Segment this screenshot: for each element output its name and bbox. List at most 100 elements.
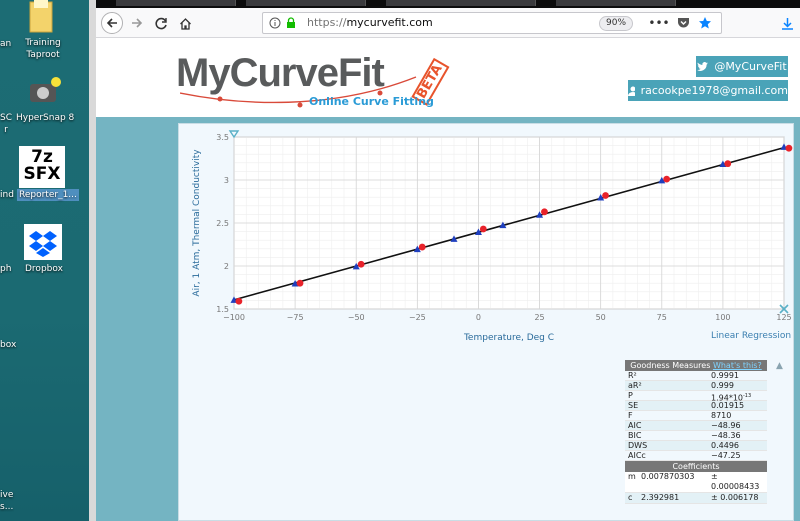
desktop-item-label[interactable]: ph [0,263,11,275]
desktop-item-label[interactable]: ind [0,189,14,201]
user-email: racookpe1978@gmail.com [640,84,788,97]
goodness-rows: R² 0.9991 aR² 0.999 P 1.94*10-13 SE 0.01915 F 871… [625,371,767,461]
coefficient-row: c 2.392981 ± 0.006178 [625,493,767,504]
measure-exponent: -13 [743,393,752,399]
measure-name: BIC [628,431,642,440]
desktop-item-label[interactable]: ive s... [0,489,13,513]
reload-icon [154,17,167,29]
star-icon [699,17,711,29]
x-tick-label: 75 [657,313,667,322]
measure-name: AICc [628,451,646,460]
data-point-circle [663,175,671,183]
data-point-circle [541,208,548,216]
desktop-item-label[interactable]: SC r [0,112,12,136]
measure-value: 0.4496 [711,441,739,450]
desktop-item-label[interactable]: HyperSnap 8 [16,112,74,124]
bookmark-button[interactable] [694,12,716,34]
url-host: mycurvefit.com [346,16,433,29]
results-panel: −100 −75 −50 −25 0 25 50 75 100 125 1.5 2 2.5 3 3.5 Tem… [178,123,794,521]
twitter-handle: @MyCurveFit [714,60,787,73]
downloads-button[interactable] [776,12,798,34]
scroll-up-icon[interactable]: ▲ [776,361,783,371]
x-tick-label: −100 [223,313,245,322]
statistics-table: Goodness Measures What's this? R² 0.9991 a… [625,360,767,504]
web-page: MyCurveFit BETA Online Curve Fitting @My… [96,39,800,521]
pocket-button[interactable] [672,12,694,34]
measure-value: −47.25 [711,451,741,460]
measure-value: 1.94*10-13 [711,393,752,403]
whats-this-link[interactable]: What's this? [713,361,762,370]
x-tick-label: 125 [776,313,791,322]
measure-name: P [628,391,633,400]
data-point-circle [479,225,487,233]
pocket-icon [677,18,689,28]
y-tick-label: 3 [224,176,229,185]
lock-icon [287,17,295,28]
goodness-row: AIC −48.96 [625,421,767,431]
coefficients-header: Coefficients [625,461,767,472]
folder-icon[interactable] [28,0,54,34]
x-tick-label: 50 [596,313,606,322]
reload-button[interactable] [150,12,172,34]
zoom-indicator[interactable]: 90% [599,16,634,31]
desktop-item-label[interactable]: Training Taproot [20,37,66,61]
data-point-circle [296,279,304,287]
tab[interactable] [116,0,236,6]
info-icon [269,17,281,29]
measure-name: DWS [628,441,648,450]
x-tick-label: −50 [348,313,365,322]
twitter-icon [697,61,709,71]
coefficient-name: c [628,493,633,502]
hypersnap-icon[interactable] [28,76,62,106]
arrow-right-icon [132,18,143,28]
goodness-row: DWS 0.4496 [625,441,767,451]
tab[interactable] [386,0,536,6]
url-text[interactable]: https://mycurvefit.com [307,16,433,29]
x-axis-label: Temperature, Deg C [463,333,554,343]
measure-name: F [628,411,633,420]
more-actions-button[interactable]: ••• [648,12,670,34]
coefficient-error: ± 0.006178 [711,493,759,502]
dropbox-icon[interactable] [24,224,62,260]
sfx-icon[interactable]: 7z SFX [19,146,65,188]
measure-name: SE [628,401,639,410]
main-content: −100 −75 −50 −25 0 25 50 75 100 125 1.5 2 2.5 3 3.5 Tem… [96,117,800,521]
measure-value: −48.36 [711,431,741,440]
coefficient-row: m 0.007870303 ± 0.00008433 [625,472,767,493]
data-point-circle [785,144,793,152]
desktop-item-label[interactable]: Reporter_1... [17,189,79,201]
tab[interactable] [556,0,676,6]
coefficient-value: 0.007870303 [641,472,695,481]
goodness-title: Goodness Measures [630,361,711,370]
x-tick-label: −25 [409,313,426,322]
regression-type-link[interactable]: Linear Regression [711,331,791,341]
twitter-button[interactable]: @MyCurveFit [696,56,788,77]
back-button[interactable] [101,12,123,34]
tab[interactable] [246,0,366,6]
goodness-row: BIC −48.36 [625,431,767,441]
url-scheme: https:// [307,16,347,29]
desktop-item-label[interactable]: box [0,339,16,351]
email-button[interactable]: racookpe1978@gmail.com [628,80,788,101]
home-icon [179,17,191,30]
desktop-scrollbar[interactable] [89,0,96,521]
data-point-circle [602,192,609,199]
measure-value: 0.999 [711,381,734,390]
desktop-item-label[interactable]: an [0,38,11,50]
site-logo[interactable]: MyCurveFit [176,51,385,96]
range-handle-icon[interactable] [228,130,240,139]
desktop-item-label[interactable]: Dropbox [25,263,63,275]
measure-name: aR² [628,381,642,390]
fit-chart: −100 −75 −50 −25 0 25 50 75 100 125 1.5 2 2.5 3 3.5 Tem… [192,130,793,343]
goodness-row: aR² 0.999 [625,381,767,391]
data-point-circle [357,260,365,268]
forward-button[interactable] [126,12,148,34]
home-button[interactable] [174,12,196,34]
x-tick-label: 25 [534,313,544,322]
arrow-left-icon [106,18,117,28]
data-point-circle [724,160,732,168]
measure-value: −48.96 [711,421,741,430]
coefficient-name: m [628,472,636,481]
measure-value: 0.9991 [711,371,739,380]
x-tick-label: 100 [715,313,730,322]
